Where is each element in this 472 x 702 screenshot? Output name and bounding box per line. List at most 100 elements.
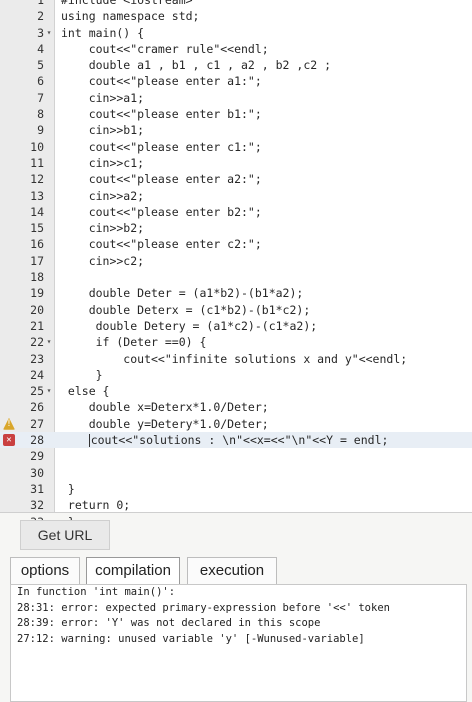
code-line[interactable]: 15 cin>>b2; <box>0 220 472 236</box>
code-line[interactable]: 22 ▾ if (Deter ==0) { <box>0 334 472 350</box>
code-line[interactable]: 19 double Deter = (a1*b2)-(b1*a2); <box>0 285 472 301</box>
code-text[interactable]: double y=Detery*1.0/Deter; <box>61 416 269 432</box>
code-line[interactable]: 14 cout<<"please enter b2:"; <box>0 204 472 220</box>
line-number: 11 <box>30 155 44 170</box>
code-text[interactable]: cout<<"please enter b2:"; <box>61 204 262 220</box>
code-text[interactable]: double a1 , b1 , c1 , a2 , b2 ,c2 ; <box>61 57 331 73</box>
code-text[interactable]: cout<<"please enter c2:"; <box>61 236 262 252</box>
code-line[interactable]: ! 27 double y=Detery*1.0/Deter; <box>0 416 472 432</box>
line-number: 31 <box>30 481 44 496</box>
code-text[interactable]: if (Deter ==0) { <box>61 334 207 350</box>
code-content: cout<<"solutions : \n"<<x=<<"\n"<<Y = en… <box>90 433 389 448</box>
code-text[interactable]: cin>>b2; <box>61 220 144 236</box>
code-line[interactable]: 30 <box>0 465 472 481</box>
code-line[interactable]: 18 <box>0 269 472 285</box>
code-line[interactable]: 24 } <box>0 367 472 383</box>
code-text[interactable]: int main() { <box>61 25 144 41</box>
code-text[interactable]: double Detery = (a1*c2)-(c1*a2); <box>61 318 318 334</box>
code-line[interactable]: 2 using namespace std; <box>0 8 472 24</box>
code-text[interactable]: cout<<"please enter b1:"; <box>61 106 262 122</box>
code-text[interactable]: cout<<"please enter c1:"; <box>61 139 262 155</box>
code-line[interactable]: 32 return 0; <box>0 497 472 513</box>
output-line: 28:31: error: expected primary-expressio… <box>17 601 390 614</box>
code-line[interactable]: 3 ▾ int main() { <box>0 25 472 41</box>
code-text[interactable]: cout<<"please enter a1:"; <box>61 73 262 89</box>
line-number: 5 <box>37 58 44 73</box>
code-line[interactable]: 16 cout<<"please enter c2:"; <box>0 236 472 252</box>
code-editor[interactable]: 1 #include <iostream> 2 using namespace std… <box>0 0 472 529</box>
line-number: 3 <box>37 25 44 40</box>
code-text[interactable]: cin>>a1; <box>61 90 144 106</box>
code-line[interactable]: 13 cin>>a2; <box>0 188 472 204</box>
code-line[interactable]: 26 double x=Deterx*1.0/Deter; <box>0 399 472 415</box>
code-line[interactable]: 11 cin>>c1; <box>0 155 472 171</box>
code-line[interactable]: 6 cout<<"please enter a1:"; <box>0 73 472 89</box>
code-text[interactable]: double Deterx = (c1*b2)-(b1*c2); <box>61 302 311 318</box>
code-text[interactable]: cin>>c1; <box>61 155 144 171</box>
line-number: 24 <box>30 367 44 382</box>
code-line[interactable]: 29 <box>0 448 472 464</box>
code-text[interactable]: double x=Deterx*1.0/Deter; <box>61 399 269 415</box>
code-line[interactable]: 12 cout<<"please enter a2:"; <box>0 171 472 187</box>
code-line[interactable]: 8 cout<<"please enter b1:"; <box>0 106 472 122</box>
code-text[interactable]: using namespace std; <box>61 8 199 24</box>
output-line: In function 'int main()': <box>17 586 176 598</box>
compiler-output-panel: In function 'int main()': 28:31: error: e… <box>10 584 467 702</box>
text-cursor <box>88 434 90 448</box>
code-line[interactable]: 5 double a1 , b1 , c1 , a2 , b2 ,c2 ; <box>0 57 472 73</box>
code-text[interactable]: cout<<"solutions : \n"<<x=<<"\n"<<Y = en… <box>61 432 388 448</box>
code-line[interactable]: 23 cout<<"infinite solutions x and y"<<e… <box>0 351 472 367</box>
code-line[interactable]: 9 cin>>b1; <box>0 122 472 138</box>
code-line[interactable]: 20 double Deterx = (c1*b2)-(b1*c2); <box>0 302 472 318</box>
code-line[interactable]: 25 ▾ else { <box>0 383 472 399</box>
code-text[interactable]: cin>>a2; <box>61 188 144 204</box>
code-text[interactable]: cout<<"please enter a2:"; <box>61 171 262 187</box>
line-number: 10 <box>30 139 44 154</box>
line-number: 7 <box>37 90 44 105</box>
code-text[interactable]: cout<<"cramer rule"<<endl; <box>61 41 269 57</box>
code-text[interactable]: double Deter = (a1*b2)-(b1*a2); <box>61 285 304 301</box>
tab-execution[interactable]: execution <box>187 557 277 584</box>
line-number: 27 <box>30 416 44 431</box>
line-number: 22 <box>30 335 44 350</box>
line-number: 28 <box>30 433 44 448</box>
code-text[interactable]: cout<<"infinite solutions x and y"<<endl… <box>61 351 407 367</box>
output-line: 28:39: error: 'Y' was not declared in th… <box>17 617 321 629</box>
code-line[interactable]: 1 #include <iostream> <box>0 0 472 8</box>
code-text[interactable]: cin>>b1; <box>61 122 144 138</box>
tab-compilation[interactable]: compilation <box>86 557 180 584</box>
line-number: 29 <box>30 449 44 464</box>
fold-arrow-icon[interactable]: ▾ <box>44 383 54 399</box>
line-number: 16 <box>30 237 44 252</box>
get-url-button[interactable]: Get URL <box>20 520 110 550</box>
code-line[interactable]: 31 } <box>0 481 472 497</box>
line-number: 14 <box>30 204 44 219</box>
line-number: 8 <box>37 107 44 122</box>
line-number: 26 <box>30 400 44 415</box>
code-line[interactable]: ✕ 28 cout<<"solutions : \n"<<x=<<"\n"<<Y … <box>0 432 472 449</box>
code-text[interactable]: else { <box>61 383 110 399</box>
code-line[interactable]: 21 double Detery = (a1*c2)-(c1*a2); <box>0 318 472 334</box>
line-number: 32 <box>30 498 44 513</box>
code-text[interactable]: #include <iostream> <box>61 0 193 8</box>
code-text[interactable]: } <box>61 367 103 383</box>
code-line[interactable]: 7 cin>>a1; <box>0 90 472 106</box>
line-number: 17 <box>30 253 44 268</box>
code-line[interactable]: 17 cin>>c2; <box>0 253 472 269</box>
line-number: 21 <box>30 318 44 333</box>
code-line[interactable]: 4 cout<<"cramer rule"<<endl; <box>0 41 472 57</box>
line-number: 15 <box>30 221 44 236</box>
code-text[interactable]: } <box>61 481 75 497</box>
line-number: 20 <box>30 302 44 317</box>
line-number: 6 <box>37 74 44 89</box>
tab-options[interactable]: options <box>10 557 80 584</box>
output-line: 27:12: warning: unused variable 'y' [-Wu… <box>17 632 365 645</box>
line-number: 2 <box>37 9 44 24</box>
fold-arrow-icon[interactable]: ▾ <box>44 334 54 350</box>
code-line[interactable]: 10 cout<<"please enter c1:"; <box>0 139 472 155</box>
fold-arrow-icon[interactable]: ▾ <box>44 25 54 41</box>
code-lines[interactable]: 1 #include <iostream> 2 using namespace std… <box>0 0 472 530</box>
code-text[interactable]: cin>>c2; <box>61 253 144 269</box>
code-text[interactable]: return 0; <box>61 497 130 513</box>
